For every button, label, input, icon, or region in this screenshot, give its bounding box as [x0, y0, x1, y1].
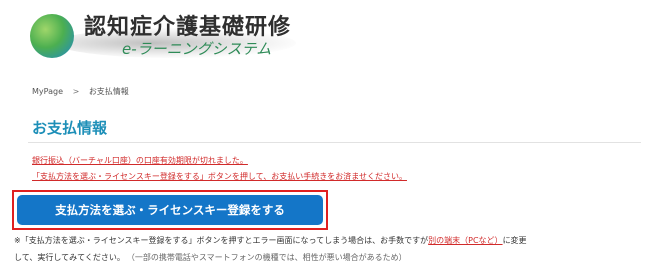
- error-note-line2: して、実行してみてください。: [14, 253, 125, 262]
- breadcrumb-current: お支払情報: [88, 87, 129, 96]
- error-note: ※「支払方法を選ぶ・ライセンスキー登録をする」ボタンを押すとエラー画面になってし…: [14, 235, 527, 246]
- cta-highlight-frame: 支払方法を選ぶ・ライセンスキー登録をする: [12, 190, 328, 230]
- instruction-notice: 「支払方法を選ぶ・ライセンスキー登録をする」ボタンを押して、お支払い手続きをお済…: [32, 172, 407, 181]
- logo-subtitle: e-ラーニングシステム: [122, 40, 272, 58]
- error-note-text-end: に変更: [502, 236, 527, 245]
- other-device-link[interactable]: 別の端末（PCなど）: [428, 236, 502, 245]
- breadcrumb-home-link[interactable]: MyPage: [32, 87, 63, 96]
- title-divider: [28, 142, 641, 143]
- logo-icon: [30, 14, 74, 58]
- select-payment-method-button[interactable]: 支払方法を選ぶ・ライセンスキー登録をする: [17, 195, 323, 225]
- error-note-text: ※「支払方法を選ぶ・ライセンスキー登録をする」ボタンを押すとエラー画面になってし…: [14, 236, 429, 245]
- breadcrumb: MyPage > お支払情報: [32, 86, 129, 97]
- error-note-continued: して、実行してみてください。 （一部の携帯電話やスマートフォンの機種では、相性が悪…: [14, 252, 407, 263]
- expiry-notice: 銀行振込（バーチャル口座）の口座有効期限が切れました。: [32, 156, 248, 165]
- logo-title: 認知症介護基礎研修: [84, 15, 292, 40]
- breadcrumb-separator: >: [72, 87, 80, 96]
- site-header: 認知症介護基礎研修 e-ラーニングシステム: [0, 0, 651, 72]
- page-title: お支払情報: [32, 119, 108, 137]
- error-note-paren: （一部の携帯電話やスマートフォンの機種では、相性が悪い場合があるため）: [130, 253, 407, 262]
